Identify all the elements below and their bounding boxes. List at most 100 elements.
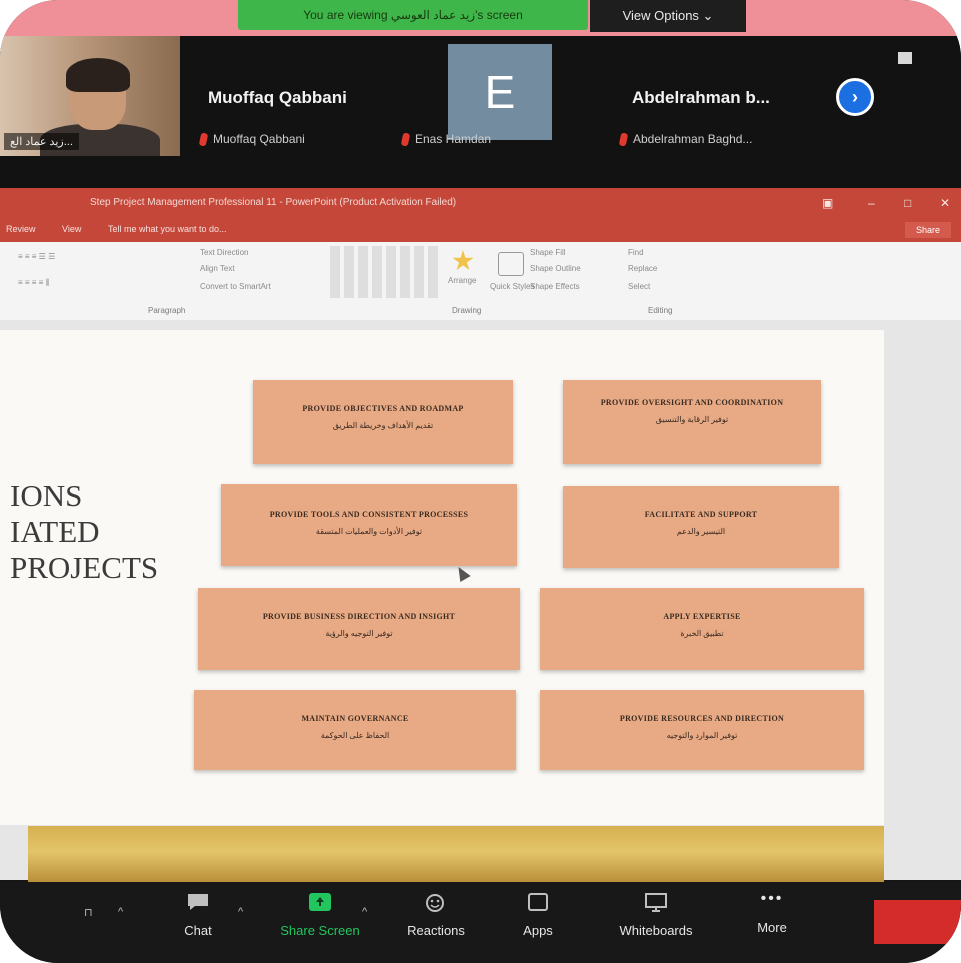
card-subtitle: تقديم الأهداف وخريطة الطريق (332, 421, 434, 430)
shape-effects-button[interactable]: Shape Effects (530, 282, 580, 291)
role-card[interactable]: PROVIDE OBJECTIVES AND ROADMAP تقديم الأ… (253, 380, 513, 464)
muted-mic-icon (400, 132, 411, 147)
chat-button[interactable]: Chat (168, 892, 228, 938)
person-hair (66, 58, 130, 92)
close-icon[interactable]: ✕ (940, 196, 950, 210)
card-subtitle: توفير التوجيه والرؤية (325, 629, 393, 638)
card-subtitle: توفير الموارد والتوجيه (666, 731, 738, 740)
more-button[interactable]: ••• More (740, 890, 804, 936)
role-card[interactable]: MAINTAIN GOVERNANCE الحفاظ على الحوكمة (194, 690, 516, 770)
card-title: PROVIDE RESOURCES AND DIRECTION (619, 714, 785, 723)
powerpoint-title-bar: Step Project Management Professional 11 … (0, 188, 961, 220)
card-subtitle: توفير الأدوات والعمليات المتسقة (315, 527, 423, 536)
card-subtitle: الحفاظ على الحوكمة (320, 731, 390, 740)
menu-view[interactable]: View (62, 224, 81, 234)
more-label: More (757, 920, 787, 935)
shape-fill-button[interactable]: Shape Fill (530, 248, 566, 257)
shapes-gallery[interactable] (330, 246, 442, 298)
share-screen-label: Share Screen (280, 923, 360, 938)
paragraph-controls-icon[interactable]: ≡ ≡ ≡ ☰ ☰ (18, 252, 55, 261)
select-button[interactable]: Select (628, 282, 650, 291)
role-card[interactable]: PROVIDE BUSINESS DIRECTION AND INSIGHT ت… (198, 588, 520, 670)
view-options-button[interactable]: View Options ⌄ (590, 0, 746, 32)
apps-icon (528, 893, 548, 911)
heading-line: IATED (10, 514, 100, 549)
participant-video[interactable]: زيد عماد الع... (0, 36, 180, 156)
powerpoint-menu-bar: Review View Tell me what you want to do.… (0, 220, 961, 242)
arrange-icon[interactable] (452, 250, 474, 271)
whiteboards-label: Whiteboards (619, 923, 693, 938)
participant-name: Muoffaq Qabbani (208, 88, 347, 107)
quick-styles-icon[interactable] (498, 252, 524, 276)
text-direction-button[interactable]: Text Direction (200, 248, 248, 257)
card-title: PROVIDE BUSINESS DIRECTION AND INSIGHT (262, 612, 456, 621)
muted-mic-icon (198, 132, 209, 147)
participant-label: Enas Hamdan (400, 132, 491, 147)
participant-label: Muoffaq Qabbani (198, 132, 305, 147)
find-button[interactable]: Find (628, 248, 644, 257)
apps-label: Apps (523, 923, 553, 938)
participant-label: Abdelrahman Baghd... (618, 132, 752, 147)
reactions-icon (426, 894, 444, 912)
heading-line: PROJECTS (10, 550, 159, 585)
role-card[interactable]: PROVIDE OVERSIGHT AND COORDINATION توفير… (563, 380, 821, 464)
card-title: MAINTAIN GOVERNANCE (301, 714, 409, 723)
share-options-caret[interactable]: ^ (362, 906, 367, 918)
shape-outline-button[interactable]: Shape Outline (530, 264, 581, 273)
chat-options-caret[interactable]: ^ (238, 906, 243, 918)
reactions-button[interactable]: Reactions (396, 892, 476, 938)
replace-button[interactable]: Replace (628, 264, 657, 273)
editing-group-label: Editing (648, 306, 673, 315)
menu-review[interactable]: Review (6, 224, 36, 234)
apps-button[interactable]: Apps (508, 892, 568, 938)
heading-line: IONS (10, 478, 83, 513)
next-slide-preview[interactable] (28, 826, 884, 882)
whiteboards-button[interactable]: Whiteboards (604, 892, 708, 938)
video-name-label: زيد عماد الع... (4, 133, 79, 150)
muted-mic-icon (618, 132, 629, 147)
arrange-button[interactable]: Arrange (448, 276, 476, 285)
participant-name: Abdelrahman b... (632, 88, 770, 107)
card-subtitle: توفير الرقابة والتنسيق (655, 415, 729, 424)
viewing-screen-notice: You are viewing زيد عماد العوسي's screen (238, 0, 588, 30)
minimize-icon[interactable]: – (868, 196, 875, 210)
gallery-view-icon[interactable] (898, 52, 912, 64)
card-subtitle: تطبيق الخبرة (680, 629, 724, 638)
drawing-group-label: Drawing (452, 306, 482, 315)
more-icon: ••• (760, 890, 784, 907)
participant-avatar[interactable]: E (448, 44, 552, 140)
alignment-controls-icon[interactable]: ≡ ≡ ≡ ≡ ⫼ (18, 278, 49, 288)
end-meeting-button[interactable] (874, 900, 961, 944)
meeting-window: You are viewing زيد عماد العوسي's screen… (0, 0, 961, 963)
role-card[interactable]: APPLY EXPERTISE تطبيق الخبرة (540, 588, 864, 670)
chat-label: Chat (184, 923, 212, 938)
chat-icon (188, 894, 208, 910)
card-subtitle: التيسير والدعم (676, 527, 726, 536)
card-title: APPLY EXPERTISE (663, 612, 741, 621)
share-screen-button[interactable]: Share Screen (264, 892, 376, 938)
audio-options-caret[interactable]: ^ (118, 906, 123, 918)
role-card[interactable]: PROVIDE TOOLS AND CONSISTENT PROCESSES ت… (221, 484, 517, 566)
share-screen-icon (309, 893, 331, 911)
audio-icon[interactable]: ⊓ (84, 906, 93, 919)
slide-heading: IONS IATED PROJECTS (10, 478, 158, 586)
window-title: Step Project Management Professional 11 … (90, 197, 457, 208)
card-title: FACILITATE AND SUPPORT (644, 510, 758, 519)
meeting-toolbar (0, 882, 961, 963)
tell-me-search[interactable]: Tell me what you want to do... (108, 224, 227, 234)
role-card[interactable]: FACILITATE AND SUPPORT التيسير والدعم (563, 486, 839, 568)
role-card[interactable]: PROVIDE RESOURCES AND DIRECTION توفير ال… (540, 690, 864, 770)
quick-styles-button[interactable]: Quick Styles (490, 282, 534, 291)
next-page-icon[interactable]: › (836, 78, 874, 116)
align-text-button[interactable]: Align Text (200, 264, 235, 273)
whiteboard-icon (645, 893, 667, 912)
card-title: PROVIDE OBJECTIVES AND ROADMAP (302, 404, 464, 413)
maximize-icon[interactable]: □ (904, 196, 911, 210)
convert-smartart-button[interactable]: Convert to SmartArt (200, 282, 271, 291)
ribbon-display-icon[interactable]: ▣ (822, 196, 833, 210)
paragraph-group-label: Paragraph (148, 306, 186, 315)
card-title: PROVIDE OVERSIGHT AND COORDINATION (600, 398, 784, 407)
ribbon: ≡ ≡ ≡ ☰ ☰ ≡ ≡ ≡ ≡ ⫼ Text Direction Align… (0, 242, 961, 321)
share-button[interactable]: Share (905, 222, 951, 238)
reactions-label: Reactions (407, 923, 465, 938)
